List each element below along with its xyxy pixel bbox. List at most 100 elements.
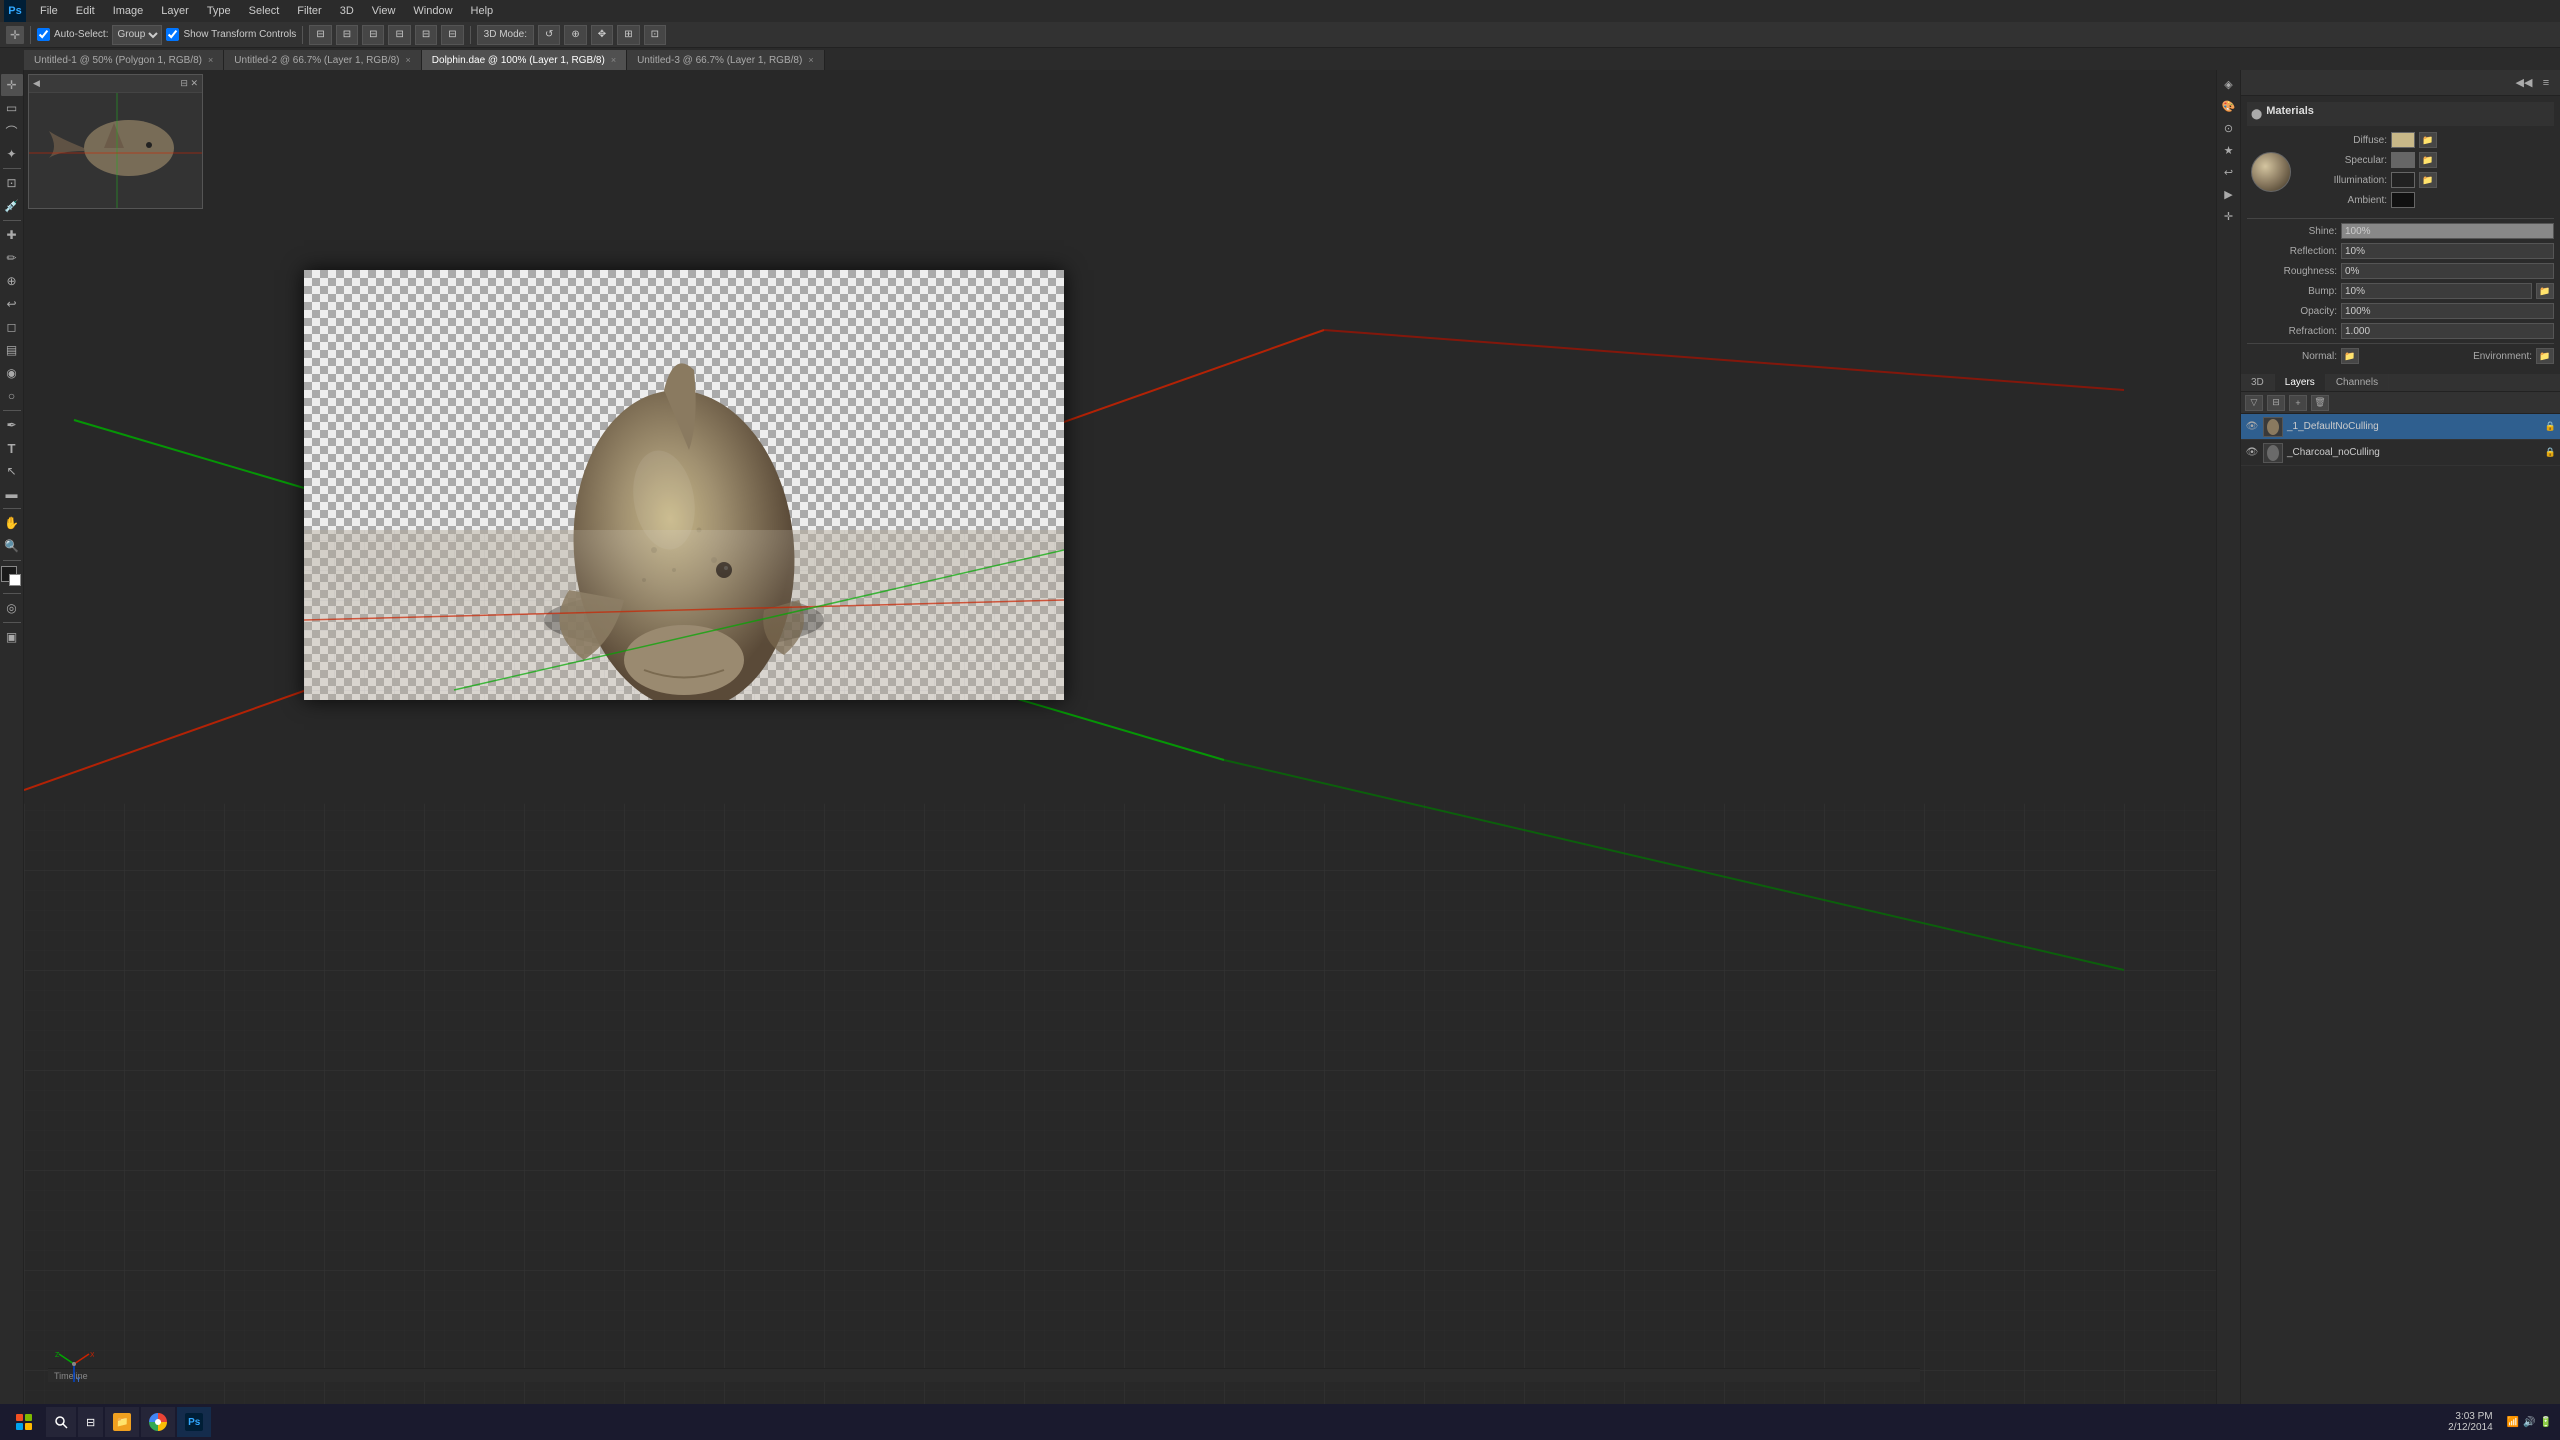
tab-untitled2[interactable]: Untitled-2 @ 66.7% (Layer 1, RGB/8) × [224, 50, 422, 70]
layers-delete-icon[interactable]: 🗑 [2311, 395, 2329, 411]
screen-mode-tool[interactable]: ▣ [1, 626, 23, 648]
layer-item-1[interactable]: 👁 _Charcoal_noCulling 🔒 [2241, 440, 2560, 466]
layer-item-0[interactable]: 👁 _1_DefaultNoCulling 🔒 [2241, 414, 2560, 440]
tab-dolphin[interactable]: Dolphin.dae @ 100% (Layer 1, RGB/8) × [422, 50, 627, 70]
align-bottom-icon[interactable]: ⊟ [441, 25, 463, 45]
shine-slider[interactable]: 100% [2341, 223, 2554, 239]
layers-add-icon[interactable]: + [2289, 395, 2307, 411]
tab-untitled2-close[interactable]: × [406, 55, 411, 65]
3d-scale-icon[interactable]: ⊡ [644, 25, 666, 45]
tab-untitled1-close[interactable]: × [208, 55, 213, 65]
align-top-icon[interactable]: ⊟ [388, 25, 410, 45]
layer-eye-0[interactable]: 👁 [2245, 421, 2259, 432]
crop-tool[interactable]: ⊡ [1, 172, 23, 194]
layers-kind-icon[interactable]: ⊟ [2267, 395, 2285, 411]
search-btn[interactable] [46, 1407, 76, 1437]
menu-edit[interactable]: Edit [68, 3, 103, 19]
layer-eye-1[interactable]: 👁 [2245, 447, 2259, 458]
menu-image[interactable]: Image [105, 3, 152, 19]
color-icon[interactable]: 🎨 [2219, 96, 2239, 116]
move-tool[interactable]: ✛ [1, 74, 23, 96]
history-icon[interactable]: ↩ [2219, 162, 2239, 182]
panel-menu-icon[interactable]: ≡ [2536, 73, 2556, 93]
tab-untitled1[interactable]: Untitled-1 @ 50% (Polygon 1, RGB/8) × [24, 50, 224, 70]
tab-channels[interactable]: Channels [2326, 374, 2389, 391]
battery-icon[interactable]: 🔋 [2540, 1417, 2552, 1428]
tab-untitled3-close[interactable]: × [808, 55, 813, 65]
align-left-icon[interactable]: ⊟ [309, 25, 331, 45]
bump-slider[interactable]: 10% [2341, 283, 2532, 299]
quick-mask-tool[interactable]: ◎ [1, 597, 23, 619]
gradient-tool[interactable]: ▤ [1, 339, 23, 361]
auto-select-checkbox[interactable] [37, 28, 50, 41]
brush-tool[interactable]: ✏ [1, 247, 23, 269]
environment-folder-btn[interactable]: 📁 [2536, 348, 2554, 364]
magic-wand-tool[interactable]: ✦ [1, 143, 23, 165]
align-right-icon[interactable]: ⊟ [362, 25, 384, 45]
menu-window[interactable]: Window [405, 3, 460, 19]
viewport-3d[interactable]: ◀ ⊟ ✕ [24, 70, 2240, 1404]
blur-tool[interactable]: ◉ [1, 362, 23, 384]
network-icon[interactable]: 📶 [2507, 1417, 2519, 1428]
auto-select-dropdown[interactable]: Group Layer [112, 25, 162, 45]
tab-layers[interactable]: Layers [2275, 374, 2326, 391]
reflection-slider[interactable]: 10% [2341, 243, 2554, 259]
zoom-tool[interactable]: 🔍 [1, 535, 23, 557]
align-center-icon[interactable]: ⊟ [336, 25, 358, 45]
hand-tool[interactable]: ✋ [1, 512, 23, 534]
menu-select[interactable]: Select [241, 3, 288, 19]
diffuse-folder-btn[interactable]: 📁 [2419, 132, 2437, 148]
tab-dolphin-close[interactable]: × [611, 55, 616, 65]
menu-3d[interactable]: 3D [332, 3, 362, 19]
menu-filter[interactable]: Filter [289, 3, 329, 19]
diffuse-swatch[interactable] [2391, 132, 2415, 148]
history-brush-tool[interactable]: ↩ [1, 293, 23, 315]
3d-pan-icon[interactable]: ✥ [591, 25, 613, 45]
foreground-color[interactable] [1, 566, 17, 582]
illumination-folder-btn[interactable]: 📁 [2419, 172, 2437, 188]
move-tool-icon[interactable]: ✛ [6, 26, 24, 44]
dodge-tool[interactable]: ○ [1, 385, 23, 407]
tab-3d[interactable]: 3D [2241, 374, 2275, 391]
menu-file[interactable]: File [32, 3, 66, 19]
menu-view[interactable]: View [364, 3, 404, 19]
menu-layer[interactable]: Layer [153, 3, 197, 19]
normal-folder-btn[interactable]: 📁 [2341, 348, 2359, 364]
menu-help[interactable]: Help [463, 3, 502, 19]
align-middle-icon[interactable]: ⊟ [415, 25, 437, 45]
spot-healing-tool[interactable]: ✚ [1, 224, 23, 246]
properties-icon[interactable]: ◈ [2219, 74, 2239, 94]
eyedropper-tool[interactable]: 💉 [1, 195, 23, 217]
foreground-background-colors[interactable] [1, 566, 23, 588]
styles-icon[interactable]: ★ [2219, 140, 2239, 160]
menu-type[interactable]: Type [199, 3, 239, 19]
eraser-tool[interactable]: ◻ [1, 316, 23, 338]
specular-folder-btn[interactable]: 📁 [2419, 152, 2437, 168]
bump-folder-btn[interactable]: 📁 [2536, 283, 2554, 299]
refraction-input[interactable]: 1.000 [2341, 323, 2554, 339]
collapse-icon[interactable]: ◀◀ [2514, 73, 2534, 93]
roughness-slider[interactable]: 0% [2341, 263, 2554, 279]
actions-icon[interactable]: ▶ [2219, 184, 2239, 204]
task-view-btn[interactable]: ⊟ [78, 1407, 103, 1437]
opacity-slider[interactable]: 100% [2341, 303, 2554, 319]
shape-tool[interactable]: ▬ [1, 483, 23, 505]
adjustments-icon[interactable]: ⊙ [2219, 118, 2239, 138]
clone-stamp-tool[interactable]: ⊕ [1, 270, 23, 292]
start-button[interactable] [4, 1404, 44, 1440]
tab-untitled3[interactable]: Untitled-3 @ 66.7% (Layer 1, RGB/8) × [627, 50, 825, 70]
marquee-tool[interactable]: ▭ [1, 97, 23, 119]
background-color[interactable] [9, 574, 21, 586]
pen-tool[interactable]: ✒ [1, 414, 23, 436]
3d-orbit-icon[interactable]: ↺ [538, 25, 560, 45]
volume-icon[interactable]: 🔊 [2523, 1417, 2535, 1428]
specular-swatch[interactable] [2391, 152, 2415, 168]
illumination-swatch[interactable] [2391, 172, 2415, 188]
text-tool[interactable]: T [1, 437, 23, 459]
lasso-tool[interactable]: ⌒ [1, 120, 23, 142]
crosshair-icon[interactable]: ✛ [2219, 206, 2239, 226]
path-selection-tool[interactable]: ↖ [1, 460, 23, 482]
explorer-btn[interactable]: 📁 [105, 1407, 139, 1437]
3d-roll-icon[interactable]: ⊕ [564, 25, 586, 45]
ambient-swatch[interactable] [2391, 192, 2415, 208]
